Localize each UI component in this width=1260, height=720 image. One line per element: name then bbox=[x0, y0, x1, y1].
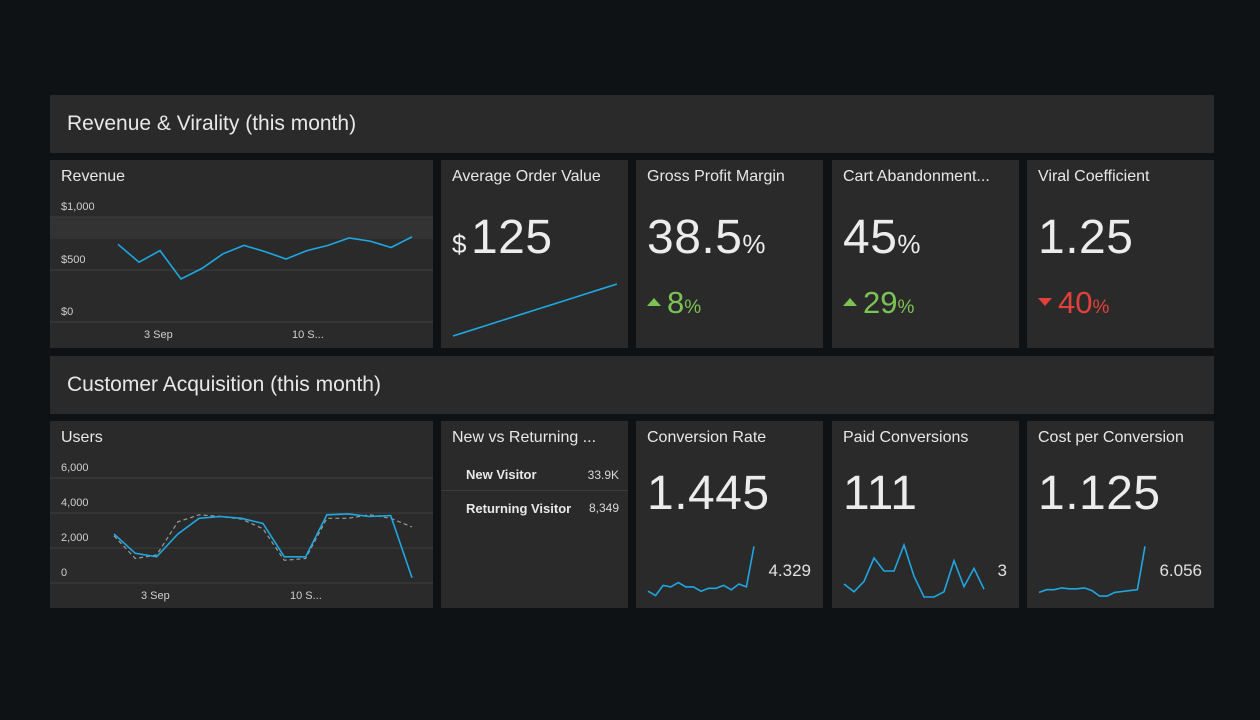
x-tick-label: 10 S... bbox=[292, 329, 324, 341]
gpm-value: 38.5% bbox=[647, 210, 766, 265]
row-value: 8,349 bbox=[588, 501, 619, 515]
y-tick-label: 2,000 bbox=[61, 532, 89, 544]
tile-title: New vs Returning ... bbox=[452, 429, 597, 446]
x-tick-label: 3 Sep bbox=[144, 329, 173, 341]
revenue-line bbox=[117, 236, 413, 281]
revenue-chart: $1,000 $500 $0 3 Sep 10 S... bbox=[50, 201, 433, 341]
aov-tile[interactable]: Average Order Value $125 bbox=[441, 160, 628, 348]
y-tick-label: $500 bbox=[61, 254, 85, 266]
users-tile[interactable]: Users 6,000 4,000 2,000 0 3 Sep 10 S... bbox=[50, 421, 433, 608]
paid-conversions-tile[interactable]: Paid Conversions 111 3 bbox=[832, 421, 1019, 608]
chart-band bbox=[50, 217, 433, 239]
aov-sparkline bbox=[452, 283, 618, 337]
x-tick-label: 3 Sep bbox=[141, 590, 170, 602]
users-line bbox=[113, 513, 413, 579]
delta-number: 40 bbox=[1058, 285, 1093, 320]
row-label: New Visitor bbox=[466, 467, 537, 482]
delta-unit: % bbox=[897, 297, 915, 318]
revenue-tile[interactable]: Revenue $1,000 $500 $0 3 Sep 10 S... bbox=[50, 160, 433, 348]
x-tick-label: 10 S... bbox=[290, 590, 322, 602]
viral-value: 1.25 bbox=[1038, 210, 1133, 265]
value-unit: % bbox=[742, 229, 767, 259]
arrow-down-icon bbox=[1038, 297, 1052, 306]
y-tick-label: 0 bbox=[61, 567, 67, 579]
viral-coefficient-tile[interactable]: Viral Coefficient 1.25 40% bbox=[1027, 160, 1214, 348]
delta-unit: % bbox=[684, 297, 702, 318]
y-tick-label: 4,000 bbox=[61, 497, 89, 509]
section-header-customer-acquisition: Customer Acquisition (this month) bbox=[50, 356, 1214, 414]
arrow-up-icon bbox=[647, 297, 661, 306]
sparkline-last-value: 3 bbox=[997, 561, 1007, 580]
cpc-spark-line bbox=[1038, 546, 1146, 597]
paid-spark-line bbox=[843, 542, 985, 598]
value-number: 1.25 bbox=[1038, 211, 1134, 264]
table-row[interactable]: New Visitor 33.9K bbox=[441, 459, 628, 491]
row-label: Returning Visitor bbox=[466, 500, 572, 516]
conversion-spark-line bbox=[647, 546, 755, 597]
section-title: Customer Acquisition (this month) bbox=[67, 373, 381, 396]
section-header-revenue-virality: Revenue & Virality (this month) bbox=[50, 95, 1214, 153]
new-vs-returning-tile[interactable]: New vs Returning ... New Visitor 33.9K R… bbox=[441, 421, 628, 608]
paid-sparkline bbox=[843, 542, 985, 598]
tile-title: Gross Profit Margin bbox=[647, 168, 785, 185]
delta-number: 8 bbox=[667, 285, 685, 320]
sparkline-last-value: 6.056 bbox=[1159, 561, 1202, 580]
conversion-rate-tile[interactable]: Conversion Rate 1.445 4.329 bbox=[636, 421, 823, 608]
y-tick-label: $0 bbox=[61, 306, 73, 318]
section-title: Revenue & Virality (this month) bbox=[67, 112, 357, 135]
viral-delta: 40% bbox=[1038, 285, 1109, 321]
cost-per-conversion-tile[interactable]: Cost per Conversion 1.125 6.056 bbox=[1027, 421, 1214, 608]
value-number: 45 bbox=[843, 211, 898, 264]
delta-unit: % bbox=[1092, 297, 1110, 318]
tile-title: Viral Coefficient bbox=[1038, 168, 1150, 185]
cart-value: 45% bbox=[843, 210, 921, 265]
value-unit: % bbox=[897, 229, 922, 259]
aov-trend-line bbox=[452, 283, 618, 337]
y-tick-label: $1,000 bbox=[61, 201, 95, 213]
cart-abandonment-tile[interactable]: Cart Abandonment... 45% 29% bbox=[832, 160, 1019, 348]
arrow-up-icon bbox=[843, 297, 857, 306]
cart-delta: 29% bbox=[843, 285, 914, 321]
users-chart: 6,000 4,000 2,000 0 3 Sep 10 S... bbox=[50, 462, 433, 602]
sparkline-last-value: 4.329 bbox=[768, 561, 811, 580]
gpm-delta: 8% bbox=[647, 285, 701, 321]
tile-title: Cart Abandonment... bbox=[843, 168, 990, 185]
row-value: 33.9K bbox=[587, 467, 619, 482]
table-row[interactable]: Returning Visitor 8,349 bbox=[441, 492, 628, 524]
delta-number: 29 bbox=[863, 285, 898, 320]
gpm-tile[interactable]: Gross Profit Margin 38.5% 8% bbox=[636, 160, 823, 348]
y-tick-label: 6,000 bbox=[61, 462, 89, 474]
value-number: 38.5 bbox=[647, 211, 743, 264]
